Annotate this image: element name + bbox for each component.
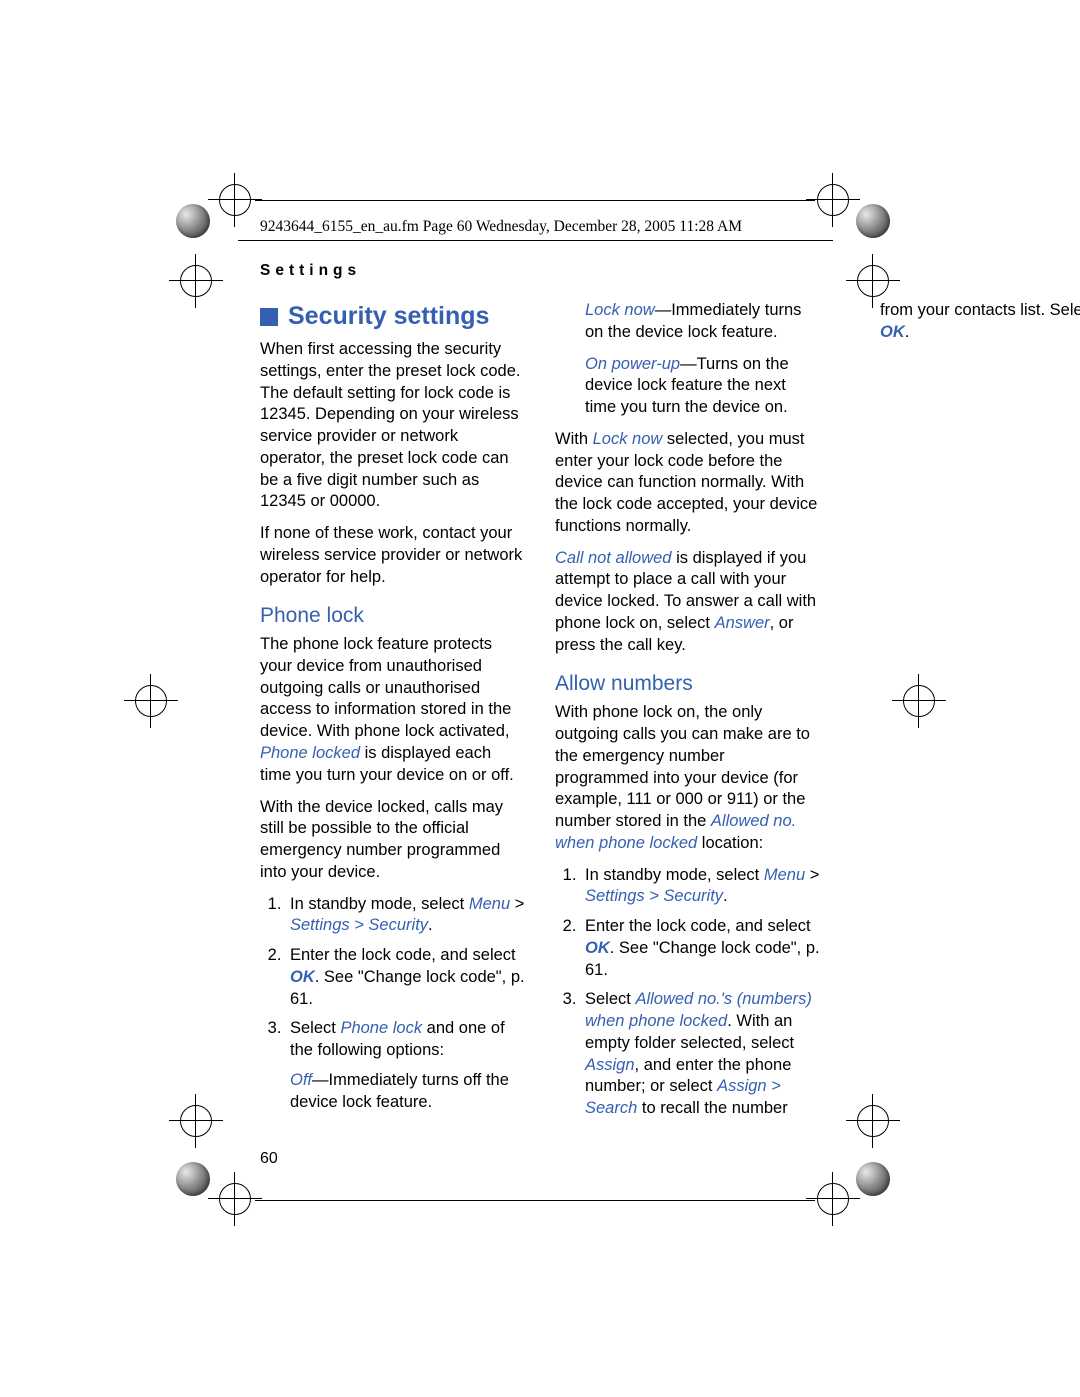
page-number: 60 [260,1150,278,1168]
lock-now-text-2: Lock now [593,430,663,448]
header-filename: 9243644_6155_en_au.fm Page 60 Wednesday,… [260,218,742,236]
crop-target-icon [214,179,256,221]
intro-paragraph-2: If none of these work, contact your wire… [260,523,525,588]
lock-now-text: Lock now [585,301,655,319]
crop-sphere-icon [176,1162,210,1196]
option-on-powerup: On power-up—Turns on the device lock fea… [585,354,820,419]
footer-rule [255,1200,815,1201]
page-content: Security settings When first accessing t… [260,300,820,1120]
settings-security-path: Settings > Security [290,916,428,934]
off-text: Off [290,1071,312,1089]
option-off: Off—Immediately turns off the device loc… [290,1070,525,1114]
crop-sphere-icon [856,204,890,238]
heading-phone-lock: Phone lock [260,602,525,630]
call-not-allowed-paragraph: Call not allowed is displayed if you att… [555,548,820,657]
crop-target-icon [812,179,854,221]
crop-target-icon [852,1100,894,1142]
header-rule [238,240,833,241]
menu-text: Menu [469,895,510,913]
crop-target-icon [175,260,217,302]
step-1: In standby mode, select Menu > Settings … [286,894,525,938]
emphasis-phone-locked: Phone locked [260,744,360,762]
ok-text: OK [290,968,315,986]
crop-sphere-icon [856,1162,890,1196]
on-powerup-text: On power-up [585,355,680,373]
option-lock-now: Lock now—Immediately turns on the device… [585,300,820,344]
answer-text: Answer [715,614,770,632]
document-page: 9243644_6155_en_au.fm Page 60 Wednesday,… [0,0,1080,1397]
assign-text: Assign [585,1056,635,1074]
crop-target-icon [214,1178,256,1220]
phone-lock-paragraph-1: The phone lock feature protects your dev… [260,634,525,786]
section-label: Settings [260,262,361,280]
heading-allow-numbers: Allow numbers [555,670,820,698]
step-2: Enter the lock code, and select OK. See … [286,945,525,1010]
phone-lock-paragraph-2: With the device locked, calls may still … [260,797,525,884]
crop-target-icon [812,1178,854,1220]
crop-target-icon [852,260,894,302]
intro-paragraph-1: When first accessing the security settin… [260,339,525,513]
with-lock-now-paragraph: With Lock now selected, you must enter y… [555,429,820,538]
crop-target-icon [175,1100,217,1142]
allow-step-1: In standby mode, select Menu > Settings … [581,865,820,909]
crop-target-icon [130,680,172,722]
square-bullet-icon [260,308,278,326]
header-rule [255,200,815,201]
crop-target-icon [898,680,940,722]
phone-lock-option: Phone lock [340,1019,422,1037]
allow-numbers-paragraph: With phone lock on, the only outgoing ca… [555,702,820,854]
allow-step-2: Enter the lock code, and select OK. See … [581,916,820,981]
call-not-allowed-text: Call not allowed [555,549,671,567]
heading-text: Security settings [288,300,489,333]
heading-security-settings: Security settings [260,300,525,333]
crop-sphere-icon [176,204,210,238]
